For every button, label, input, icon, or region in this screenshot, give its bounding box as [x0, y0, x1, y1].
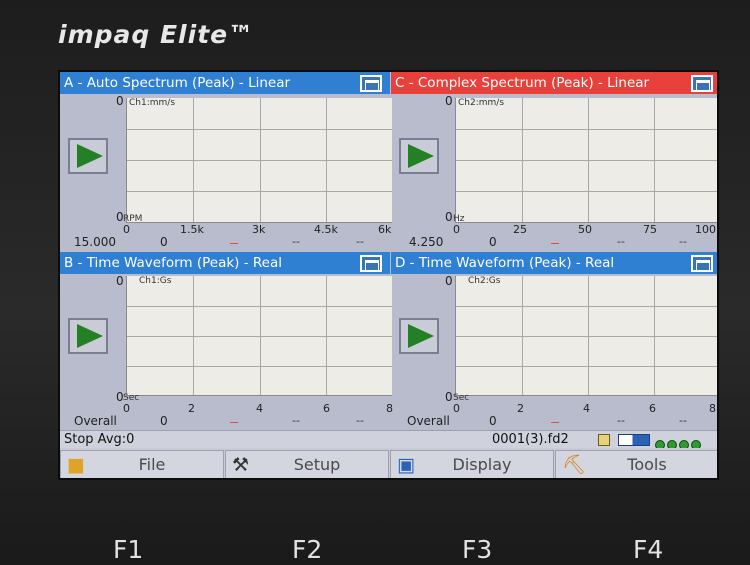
window-restore-icon[interactable]: [691, 255, 713, 272]
cursor-dash: --: [617, 235, 625, 248]
x-tick: 4.5k: [314, 223, 338, 236]
window-restore-icon[interactable]: [360, 75, 382, 92]
x-tick: 0: [453, 223, 460, 236]
plot-area[interactable]: Ch1:mm/s: [126, 98, 392, 223]
display-button[interactable]: ▣ Display: [390, 450, 554, 478]
plot-area[interactable]: Ch2:Gs: [455, 276, 717, 396]
play-triangle-icon: [408, 144, 434, 168]
panel-c: C - Complex Spectrum (Peak) - Linear 0 C…: [391, 72, 717, 250]
status-bar: Stop Avg:0 0001(3).fd2: [60, 430, 717, 450]
x-tick: 2: [517, 402, 524, 415]
status-text: Stop Avg:0: [64, 432, 135, 447]
plot-area[interactable]: Ch1:Gs: [126, 276, 392, 396]
x-tick: 4: [256, 402, 263, 415]
x-tick: 6: [323, 402, 330, 415]
panel-b-title[interactable]: B - Time Waveform (Peak) - Real: [60, 252, 390, 274]
f4-key-label[interactable]: F4: [633, 535, 663, 564]
x-tick: 50: [578, 223, 592, 236]
display-button-label: Display: [452, 455, 512, 474]
panel-d-title[interactable]: D - Time Waveform (Peak) - Real: [391, 252, 717, 274]
channel-label: Ch1:mm/s: [129, 98, 176, 108]
play-triangle-icon: [77, 324, 103, 348]
cursor-zero: 0: [160, 235, 168, 249]
cursor-dash: --: [356, 235, 364, 248]
cursor-value: Overall: [407, 414, 450, 428]
y-bottom-zero: 0: [445, 210, 453, 224]
file-name: 0001(3).fd2: [492, 432, 569, 447]
tools-button[interactable]: ⛏ Tools: [555, 450, 717, 478]
channel-label: Ch1:Gs: [139, 276, 172, 286]
y-bottom-zero: 0: [445, 390, 453, 404]
function-bar: ■ File ⚒ Setup ▣ Display ⛏ Tools: [60, 448, 717, 478]
setup-button-label: Setup: [293, 455, 341, 474]
cursor-dash: --: [356, 414, 364, 427]
play-button[interactable]: [68, 138, 108, 174]
cursor-zero: 0: [489, 414, 497, 428]
x-tick: 75: [643, 223, 657, 236]
cursor-dash: --: [292, 414, 300, 427]
file-button[interactable]: ■ File: [60, 450, 224, 478]
device-screen: A - Auto Spectrum (Peak) - Linear 0 Ch1:…: [58, 70, 719, 480]
brand-logo: impaq Elite™: [58, 20, 255, 49]
channel-label: Ch2:Gs: [468, 276, 501, 286]
play-triangle-icon: [77, 144, 103, 168]
panel-b-title-text: B - Time Waveform (Peak) - Real: [64, 255, 283, 271]
plot-area[interactable]: Ch2:mm/s: [455, 98, 717, 223]
x-tick: 6: [649, 402, 656, 415]
y-top-zero: 0: [116, 94, 124, 108]
cursor-dash: --: [679, 414, 687, 427]
f1-key-label[interactable]: F1: [113, 535, 143, 564]
channel-label: Ch2:mm/s: [458, 98, 505, 108]
panel-c-title[interactable]: C - Complex Spectrum (Peak) - Linear: [391, 72, 717, 94]
x-tick: 1.5k: [180, 223, 204, 236]
x-tick: 0: [123, 402, 130, 415]
play-button[interactable]: [399, 318, 439, 354]
cursor-value: Overall: [74, 414, 117, 428]
cursor-value: 4.250: [409, 235, 444, 249]
x-tick: 4: [583, 402, 590, 415]
window-restore-icon[interactable]: [691, 75, 713, 92]
x-tick: 25: [513, 223, 527, 236]
cursor-zero: 0: [489, 235, 497, 249]
file-button-label: File: [138, 455, 166, 474]
tools-button-label: Tools: [627, 455, 667, 474]
panel-a-title[interactable]: A - Auto Spectrum (Peak) - Linear: [60, 72, 390, 94]
storage-icon: [598, 434, 610, 446]
panel-a-title-text: A - Auto Spectrum (Peak) - Linear: [64, 75, 291, 91]
play-button[interactable]: [399, 138, 439, 174]
cursor-dash: --: [617, 414, 625, 427]
cursor-value: 15.000: [74, 235, 116, 249]
x-tick: 6k: [378, 223, 392, 236]
cursor-dash: --: [292, 235, 300, 248]
x-tick: 2: [188, 402, 195, 415]
panel-c-title-text: C - Complex Spectrum (Peak) - Linear: [395, 75, 650, 91]
panel-a: A - Auto Spectrum (Peak) - Linear 0 Ch1:…: [60, 72, 392, 250]
panel-b: B - Time Waveform (Peak) - Real 0 Ch1:Gs…: [60, 252, 393, 430]
cursor-dash: --: [679, 235, 687, 248]
panel-d: D - Time Waveform (Peak) - Real 0 Ch2:Gs…: [391, 252, 717, 430]
y-top-zero: 0: [445, 94, 453, 108]
battery-icon: [618, 434, 650, 446]
f2-key-label[interactable]: F2: [292, 535, 322, 564]
x-tick: 3k: [252, 223, 266, 236]
play-triangle-icon: [408, 324, 434, 348]
panel-d-title-text: D - Time Waveform (Peak) - Real: [395, 255, 615, 271]
cursor-zero: 0: [160, 414, 168, 428]
x-tick: 0: [453, 402, 460, 415]
y-top-zero: 0: [116, 274, 124, 288]
play-button[interactable]: [68, 318, 108, 354]
window-restore-icon[interactable]: [360, 255, 382, 272]
setup-button[interactable]: ⚒ Setup: [225, 450, 389, 478]
f3-key-label[interactable]: F3: [462, 535, 492, 564]
y-top-zero: 0: [445, 274, 453, 288]
x-tick: 0: [123, 223, 130, 236]
x-tick: 100: [695, 223, 716, 236]
x-tick: 8: [709, 402, 716, 415]
